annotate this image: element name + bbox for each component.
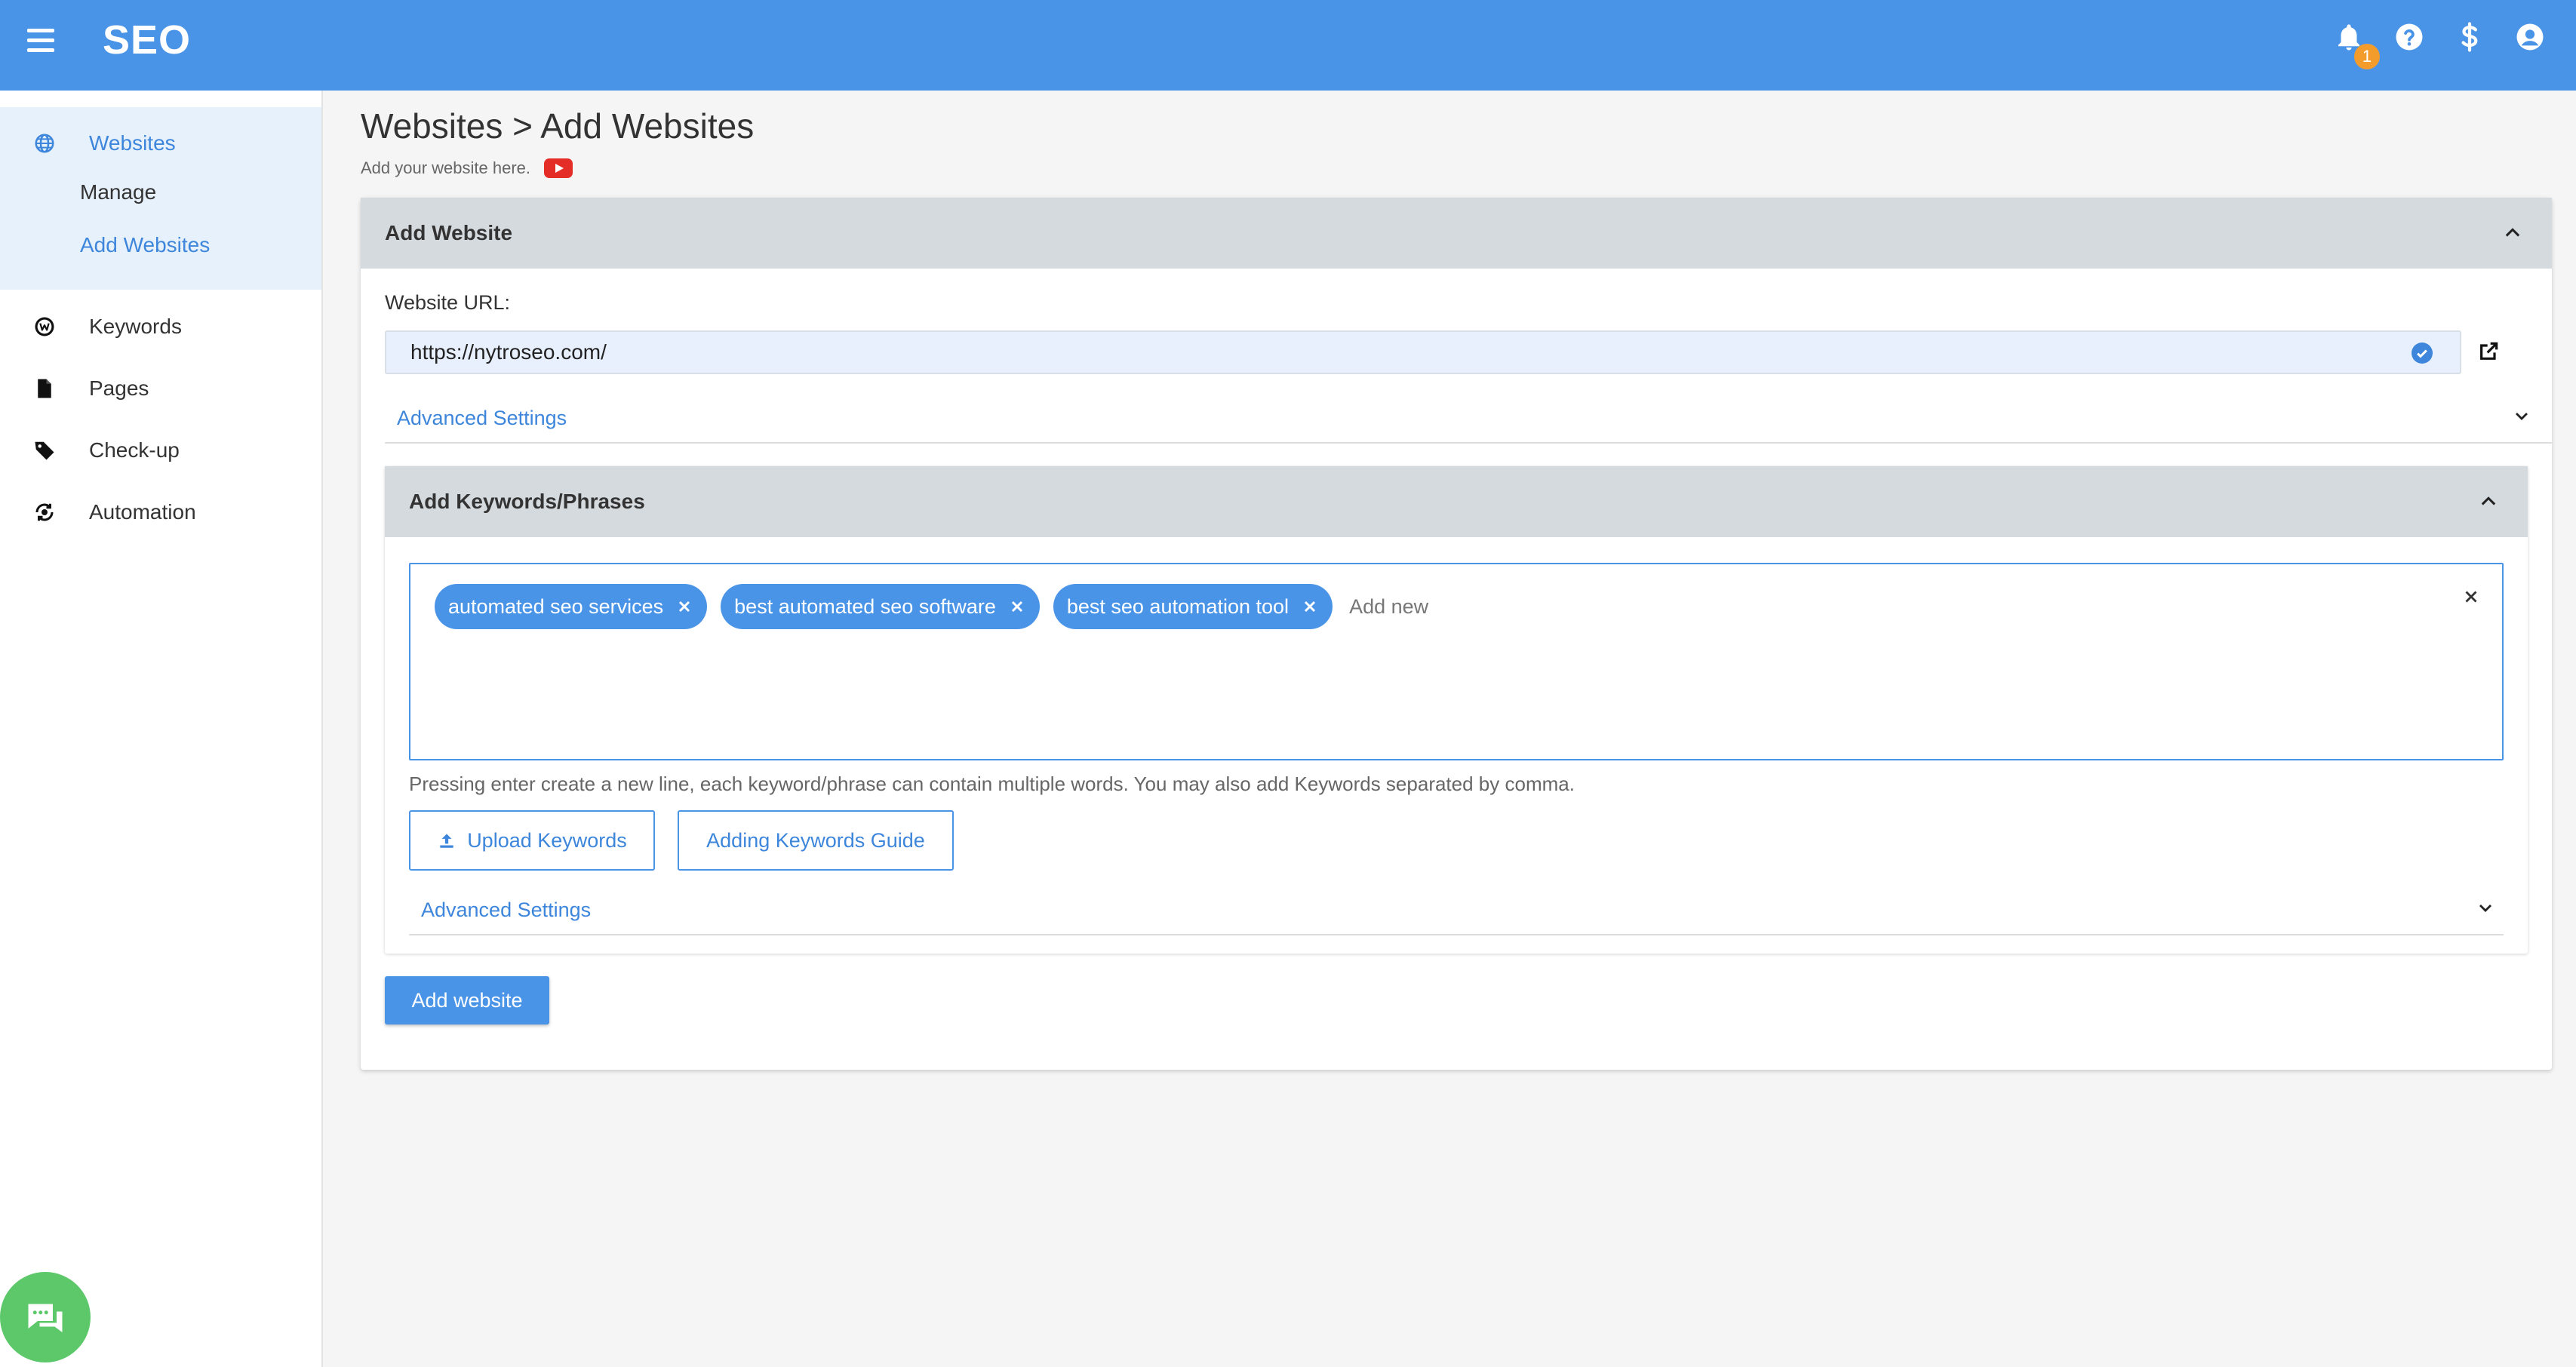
add-keyword-input[interactable] [1349, 594, 1576, 619]
upload-keywords-label: Upload Keywords [467, 828, 627, 852]
sidebar: Websites Manage Add Websites Keywords Pa… [0, 91, 323, 1367]
notification-badge: 1 [2354, 44, 2380, 69]
chip-label: best automated seo software [734, 594, 996, 618]
keywords-guide-label: Adding Keywords Guide [706, 828, 925, 852]
chevron-up-icon[interactable] [2478, 491, 2499, 512]
advanced-settings-label: Advanced Settings [397, 406, 567, 429]
keywords-advanced-settings-toggle[interactable]: Advanced Settings [409, 886, 2504, 935]
url-value: https://nytroseo.com/ [410, 340, 607, 364]
sidebar-item-websites[interactable]: Websites [0, 121, 321, 166]
sidebar-item-keywords[interactable]: Keywords [0, 296, 321, 358]
globe-icon [33, 132, 56, 155]
page-title: Websites > Add Websites [361, 106, 754, 146]
sidebar-item-check-up[interactable]: Check-up [0, 419, 321, 481]
keyword-chip: automated seo services [435, 584, 708, 629]
breadcrumb-parent[interactable]: Websites [361, 106, 503, 146]
youtube-icon[interactable] [544, 158, 573, 178]
clear-keywords-icon[interactable] [2461, 587, 2481, 607]
document-icon [33, 377, 56, 400]
top-bar: SEO 1 [0, 0, 2576, 91]
sidebar-item-pages[interactable]: Pages [0, 358, 321, 419]
keywords-guide-button[interactable]: Adding Keywords Guide [678, 810, 954, 871]
external-link-icon[interactable] [2476, 339, 2501, 364]
check-circle-icon [2412, 343, 2433, 364]
top-icons: 1 [2333, 21, 2546, 69]
remove-chip-icon[interactable] [1008, 597, 1026, 616]
add-website-title: Add Website [385, 221, 513, 244]
sidebar-item-label: Automation [89, 500, 196, 524]
sidebar-item-manage[interactable]: Manage [0, 166, 321, 219]
keyword-chips: automated seo services best automated se… [435, 584, 1576, 629]
add-website-button[interactable]: Add website [385, 976, 549, 1024]
subtitle-text: Add your website here. [361, 158, 531, 177]
chip-label: automated seo services [448, 594, 664, 618]
chevron-down-icon[interactable] [2513, 407, 2531, 430]
advanced-settings-label: Advanced Settings [421, 898, 592, 921]
keywords-hint: Pressing enter create a new line, each k… [409, 773, 1575, 795]
bell-icon[interactable]: 1 [2333, 21, 2380, 69]
upload-keywords-button[interactable]: Upload Keywords [409, 810, 655, 871]
account-icon[interactable] [2514, 21, 2546, 53]
breadcrumb-separator: > [512, 106, 533, 146]
tag-icon [33, 439, 56, 462]
website-url-input[interactable]: https://nytroseo.com/ [385, 330, 2461, 374]
keyword-icon [33, 315, 56, 338]
keywords-panel: Add Keywords/Phrases automated seo servi… [385, 466, 2528, 954]
sidebar-item-add-websites[interactable]: Add Websites [0, 219, 321, 272]
menu-icon[interactable] [27, 29, 54, 53]
keywords-title: Add Keywords/Phrases [409, 490, 645, 513]
url-label: Website URL: [385, 291, 511, 314]
remove-chip-icon[interactable] [675, 597, 693, 616]
dollar-icon[interactable] [2454, 21, 2485, 53]
chevron-up-icon[interactable] [2502, 223, 2523, 244]
sidebar-group-websites: Websites Manage Add Websites [0, 107, 321, 290]
upload-icon [440, 834, 453, 848]
remove-chip-icon[interactable] [1301, 597, 1319, 616]
chat-widget-button[interactable] [0, 1272, 91, 1362]
sidebar-item-label: Check-up [89, 438, 180, 462]
breadcrumb-current: Add Websites [540, 106, 755, 146]
add-website-header[interactable]: Add Website [361, 198, 2552, 269]
advanced-settings-toggle[interactable]: Advanced Settings [385, 394, 2552, 444]
page-subtitle: Add your website here. [361, 158, 573, 178]
sidebar-item-label: Keywords [89, 315, 182, 338]
add-website-card: Add Website Website URL: https://nytrose… [361, 198, 2552, 1070]
keyword-chip: best seo automation tool [1053, 584, 1333, 629]
brand-logo[interactable]: SEO [103, 17, 191, 63]
sidebar-item-automation[interactable]: Automation [0, 481, 321, 543]
chevron-down-icon[interactable] [2476, 899, 2495, 922]
keywords-header[interactable]: Add Keywords/Phrases [385, 466, 2528, 537]
sidebar-item-label: Pages [89, 376, 149, 400]
keyword-chip: best automated seo software [721, 584, 1040, 629]
chip-label: best seo automation tool [1066, 594, 1290, 618]
sidebar-item-label: Websites [89, 131, 176, 155]
keywords-input-box[interactable]: automated seo services best automated se… [409, 563, 2504, 760]
chat-icon [28, 1304, 63, 1332]
help-icon[interactable] [2393, 21, 2425, 53]
automation-icon [33, 501, 56, 524]
